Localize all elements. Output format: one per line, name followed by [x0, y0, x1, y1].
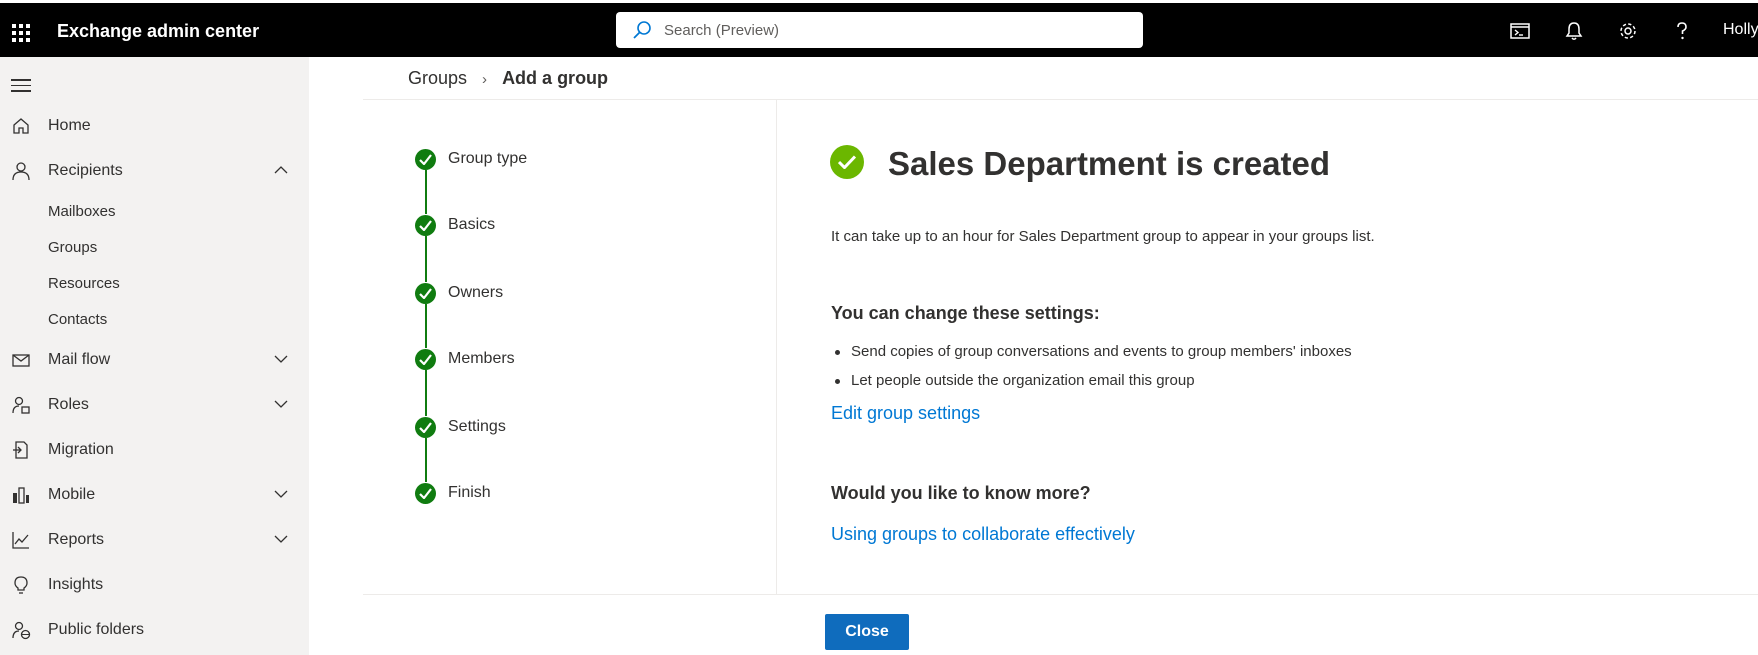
reports-icon	[12, 532, 29, 549]
wizard-step-label: Basics	[448, 216, 496, 233]
step-complete-check-icon	[415, 283, 436, 304]
info-text: It can take up to an hour for Sales Depa…	[831, 228, 1375, 245]
success-check-icon	[830, 145, 864, 179]
top-bar: Exchange admin center Holly	[0, 0, 1758, 57]
step-connector	[425, 236, 427, 282]
sidebar-item-insights[interactable]: Insights	[0, 567, 309, 603]
sidebar-item-reports[interactable]: Reports	[0, 522, 309, 558]
sidebar: Home Recipients Mailboxes Groups Resourc…	[0, 57, 309, 655]
list-item: Send copies of group conversations and e…	[831, 343, 1352, 372]
migration-icon	[13, 441, 28, 459]
search-icon	[633, 21, 651, 39]
step-complete-check-icon	[415, 483, 436, 504]
breadcrumb-current: Add a group	[502, 68, 609, 88]
search-box[interactable]	[616, 12, 1143, 48]
breadcrumb-groups-link[interactable]: Groups	[408, 68, 467, 88]
sidebar-item-migration[interactable]: Migration	[0, 432, 309, 468]
step-complete-check-icon	[415, 149, 436, 170]
sidebar-item-label: Recipients	[48, 162, 123, 179]
sidebar-subitem-contacts[interactable]: Contacts	[48, 311, 107, 328]
chevron-down-icon	[274, 400, 288, 408]
chevron-right-icon: ›	[482, 71, 488, 88]
user-account[interactable]: Holly	[1723, 21, 1758, 39]
sidebar-subitem-mailboxes[interactable]: Mailboxes	[48, 203, 116, 220]
sidebar-subitem-resources[interactable]: Resources	[48, 275, 120, 292]
lightbulb-icon	[14, 576, 28, 594]
help-icon[interactable]	[1671, 20, 1693, 42]
wizard-step-label: Finish	[448, 484, 491, 501]
divider	[363, 594, 1758, 595]
sidebar-item-label: Mail flow	[48, 351, 111, 368]
list-item: Let people outside the organization emai…	[831, 372, 1352, 401]
sidebar-item-public-folders[interactable]: Public folders	[0, 612, 309, 648]
wizard-step-label: Settings	[448, 418, 506, 435]
roles-icon	[12, 396, 30, 414]
wizard-step-label: Group type	[448, 150, 528, 167]
wizard-step-label: Owners	[448, 284, 504, 301]
chevron-up-icon	[274, 166, 288, 174]
step-connector	[425, 370, 427, 416]
step-connector	[425, 304, 427, 348]
sidebar-item-label: Migration	[48, 441, 114, 458]
collaborate-effectively-link[interactable]: Using groups to collaborate effectively	[831, 524, 1135, 545]
sidebar-item-label: Roles	[48, 396, 89, 413]
person-icon	[12, 162, 30, 181]
step-complete-check-icon	[415, 417, 436, 438]
step-connector	[425, 170, 427, 214]
step-complete-check-icon	[415, 349, 436, 370]
sidebar-item-label: Public folders	[48, 621, 145, 638]
app-launcher-icon[interactable]	[12, 24, 30, 42]
chevron-down-icon	[274, 535, 288, 543]
wizard-step-label: Members	[448, 350, 515, 367]
sidebar-item-mobile[interactable]: Mobile	[0, 477, 309, 513]
settings-gear-icon[interactable]	[1617, 20, 1639, 42]
settings-section-title: You can change these settings:	[831, 303, 1100, 323]
settings-list: Send copies of group conversations and e…	[831, 343, 1352, 401]
app-title[interactable]: Exchange admin center	[57, 21, 259, 42]
sidebar-item-label: Reports	[48, 531, 105, 548]
chevron-down-icon	[274, 355, 288, 363]
sidebar-item-roles[interactable]: Roles	[0, 387, 309, 423]
sidebar-item-label: Home	[48, 117, 91, 134]
sidebar-item-recipients[interactable]: Recipients	[0, 153, 309, 189]
step-complete-check-icon	[415, 215, 436, 236]
chevron-down-icon	[274, 490, 288, 498]
breadcrumb: Groups › Add a group	[408, 68, 608, 89]
sidebar-item-label: Insights	[48, 576, 104, 593]
divider	[776, 100, 777, 594]
public-folders-icon	[12, 621, 31, 640]
learn-more-title: Would you like to know more?	[831, 483, 1091, 503]
divider	[363, 99, 1758, 100]
step-connector	[425, 438, 427, 482]
sidebar-item-label: Mobile	[48, 486, 96, 503]
search-input[interactable]	[664, 12, 1124, 48]
close-button[interactable]: Close	[825, 614, 909, 650]
home-icon	[13, 118, 29, 134]
collapse-navigation-icon[interactable]	[11, 79, 31, 96]
page-title: Sales Department is created	[888, 145, 1331, 182]
cloud-shell-icon[interactable]	[1509, 20, 1531, 42]
sidebar-item-mail-flow[interactable]: Mail flow	[0, 342, 309, 378]
sidebar-subitem-groups[interactable]: Groups	[48, 239, 97, 256]
mail-icon	[12, 354, 30, 367]
sidebar-item-home[interactable]: Home	[0, 108, 309, 144]
edit-group-settings-link[interactable]: Edit group settings	[831, 403, 980, 424]
mobile-icon	[13, 487, 29, 504]
notifications-bell-icon[interactable]	[1563, 20, 1585, 42]
